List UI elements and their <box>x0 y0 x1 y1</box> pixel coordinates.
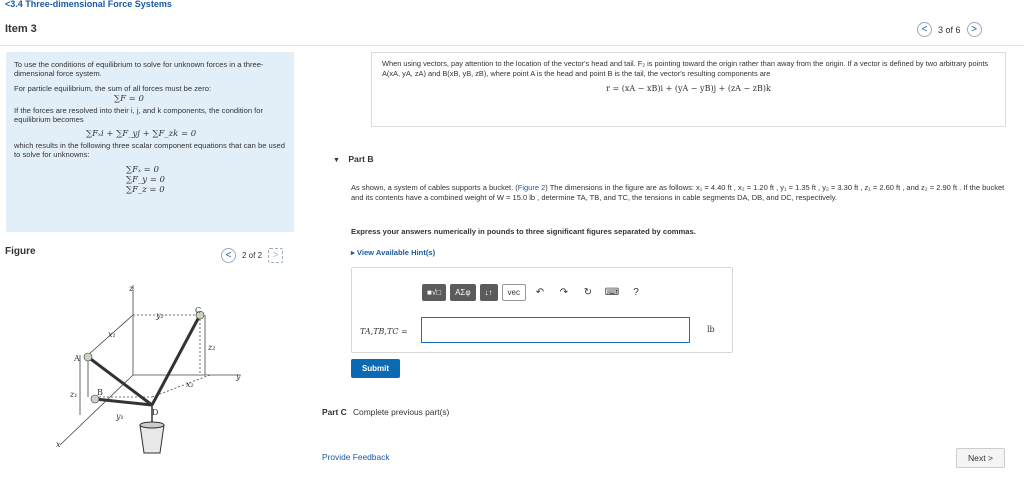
next-item-button[interactable]: > <box>966 22 982 37</box>
bucket <box>139 424 165 454</box>
vector-hint-box: When using vectors, pay attention to the… <box>371 52 1006 127</box>
view-hints-label: View Available Hint(s) <box>356 248 436 257</box>
label-z2: z₂ <box>207 343 215 352</box>
prev-figure-button[interactable]: < <box>221 248 236 263</box>
problem-statement: As shown, a system of cables supports a … <box>351 183 1011 203</box>
answer-box: ■√□ ΑΣφ ↓↑ vec ↶ ↷ ↻ ⌨ ? TA,TB,TC = lb <box>351 267 733 353</box>
reset-icon[interactable]: ↻ <box>578 284 598 301</box>
provide-feedback-link[interactable]: Provide Feedback <box>322 452 390 462</box>
template-button[interactable]: ■√□ <box>422 284 447 301</box>
equation-components: ∑Fₓi + ∑F_yj + ∑F_zk = 0 <box>86 129 197 139</box>
undo-icon[interactable]: ↶ <box>530 284 550 301</box>
intro-text-1: To use the conditions of equilibrium to … <box>14 60 264 78</box>
collapse-triangle-icon: ▼ <box>333 157 340 164</box>
label-y: y <box>235 372 241 381</box>
back-link[interactable]: <3.4 Three-dimensional Force Systems <box>5 0 172 9</box>
prev-item-button[interactable]: < <box>917 22 932 37</box>
part-c-title: Part C <box>322 407 347 417</box>
answer-input[interactable] <box>421 317 690 343</box>
label-y1: y₁ <box>115 412 124 421</box>
label-z1: z₁ <box>69 390 77 399</box>
part-c-text: Complete previous part(s) <box>353 407 450 417</box>
greek-button[interactable]: ΑΣφ <box>450 284 476 301</box>
vector-hint-text: When using vectors, pay attention to the… <box>382 59 989 78</box>
label-x1: x₁ <box>108 330 116 339</box>
help-icon[interactable]: ? <box>626 284 646 301</box>
item-title: Item 3 <box>5 23 37 35</box>
intro-panel: To use the conditions of equilibrium to … <box>6 52 294 232</box>
label-z: z <box>128 284 134 293</box>
part-b-title: Part B <box>348 154 374 164</box>
next-figure-button[interactable]: > <box>268 248 284 263</box>
label-b: B <box>97 388 103 397</box>
top-bar: <3.4 Three-dimensional Force Systems <box>0 0 1024 12</box>
item-pager-label: 3 of 6 <box>938 24 961 35</box>
problem-text-pre: As shown, a system of cables supports a … <box>351 183 518 192</box>
figure-label: Figure <box>5 246 36 257</box>
keyboard-icon[interactable]: ⌨ <box>602 284 622 301</box>
answer-label: TA,TB,TC = <box>360 327 408 336</box>
item-header: Item 3 < 3 of 6 > <box>0 14 1024 46</box>
label-x: x <box>56 440 61 449</box>
next-label: Next <box>967 453 986 463</box>
label-a: A <box>73 354 80 363</box>
item-pager: < 3 of 6 > <box>917 22 982 37</box>
part-c: Part C Complete previous part(s) <box>322 407 449 417</box>
view-hints-link[interactable]: ▸ View Available Hint(s) <box>351 248 435 257</box>
answer-instructions: Express your answers numerically in poun… <box>351 227 696 236</box>
intro-text-3: If the forces are resolved into their i,… <box>14 106 264 124</box>
figure-pager-label: 2 of 2 <box>242 251 263 260</box>
label-x2: x₂ <box>186 380 194 389</box>
redo-icon[interactable]: ↷ <box>554 284 574 301</box>
answer-unit: lb <box>707 325 715 334</box>
intro-text-2: For particle equilibrium, the sum of all… <box>14 84 212 93</box>
cable-dc <box>150 314 202 406</box>
label-d: D <box>152 408 158 417</box>
label-y2: y₂ <box>155 311 164 320</box>
submit-button[interactable]: Submit <box>351 359 400 378</box>
part-b-header[interactable]: ▼ Part B <box>333 154 374 164</box>
back-link-label: 3.4 Three-dimensional Force Systems <box>10 0 172 9</box>
equation-fx: ∑Fₓ = 0 <box>126 165 159 175</box>
x-axis <box>59 374 134 446</box>
intro-text-4: which results in the following three sca… <box>14 141 286 159</box>
equation-fy: ∑F_y = 0 <box>126 175 165 185</box>
vec-button[interactable]: vec <box>501 284 526 301</box>
cable-bucket-figure: z y₂ C x₁ z₂ A y z₁ B x₂ D y₁ x <box>56 284 241 454</box>
arrows-button[interactable]: ↓↑ <box>479 284 498 301</box>
figure-pager: < 2 of 2 > <box>221 248 284 263</box>
vector-formula: r = (xA − xB)i + (yA − yB)j + (zA − zB)k <box>606 84 771 93</box>
figure-2-link[interactable]: Figure 2 <box>518 183 546 192</box>
next-button[interactable]: Next > <box>956 448 1005 468</box>
equation-fz: ∑F_z = 0 <box>126 185 165 195</box>
equation-sum-f: ∑F = 0 <box>114 94 144 104</box>
label-c: C <box>195 306 201 315</box>
math-toolbar: ■√□ ΑΣφ ↓↑ vec ↶ ↷ ↻ ⌨ ? <box>422 284 646 301</box>
